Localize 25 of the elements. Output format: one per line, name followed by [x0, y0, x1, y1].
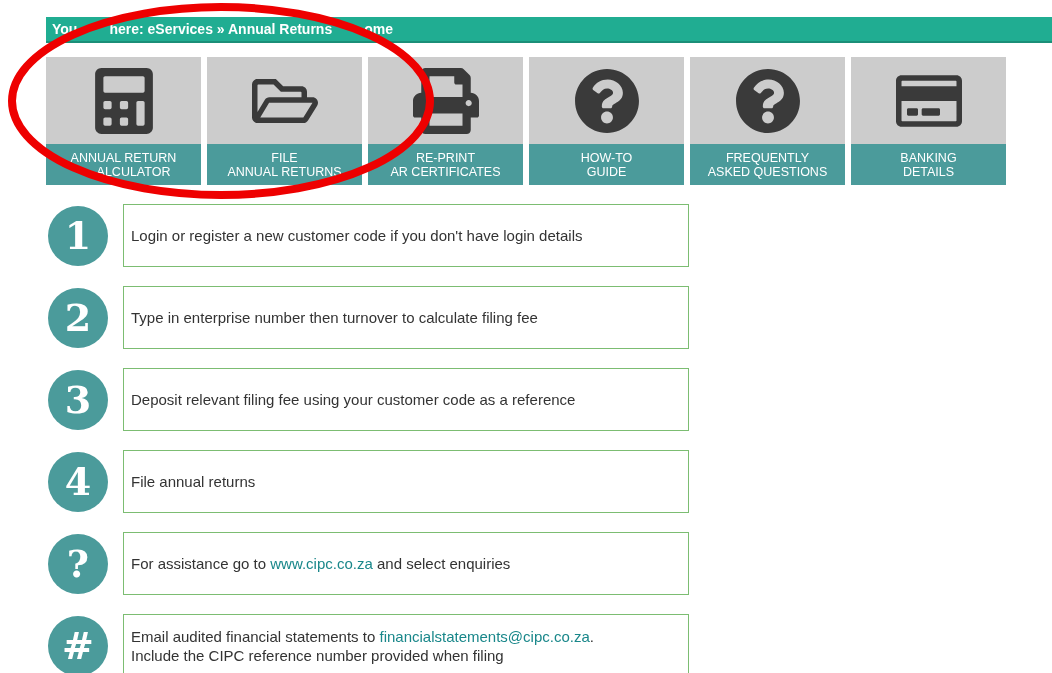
breadcrumb: here: eServices » Annual Returns	[109, 19, 333, 39]
step-text: File annual returns	[131, 472, 257, 491]
step-text: Deposit relevant filing fee using your customer code as a reference	[131, 390, 577, 409]
service-tile[interactable]: HOW-TO GUIDE	[529, 57, 684, 185]
printer-icon	[412, 67, 479, 134]
step-text: Login or register a new customer code if you don't have login details	[131, 226, 584, 245]
question-icon	[573, 67, 640, 134]
step-badge: 4	[48, 451, 108, 512]
step-text: Email audited financial statements to financialstatements@cipc.co.za.	[131, 626, 595, 646]
step-text: Include the CIPC reference number provided when filing	[131, 645, 505, 665]
step-badge: ?	[48, 533, 108, 594]
service-tile[interactable]: BANKING DETAILS	[851, 57, 1006, 185]
step-badge: #	[48, 615, 108, 673]
service-tile[interactable]: ANNUAL RETURN ALCULATOR	[46, 57, 201, 185]
service-tile[interactable]: RE-PRINT AR CERTIFICATES	[368, 57, 523, 185]
service-tile[interactable]: FILE ANNUAL RETURNS	[207, 57, 362, 185]
question-icon	[734, 67, 801, 134]
link[interactable]: financialstatements@cipc.co.za	[379, 627, 590, 645]
link[interactable]: www.cipc.co.za	[270, 555, 373, 572]
step-badge: 3	[48, 369, 108, 430]
service-tile[interactable]: FREQUENTLY ASKED QUESTIONS	[690, 57, 845, 185]
step-badge: 1	[48, 205, 108, 266]
step-badge: 2	[48, 287, 108, 348]
step-text: Type in enterprise number then turnover to calculate filing fee	[131, 308, 539, 327]
step-text: For assistance go to www.cipc.co.za and select enquiries	[131, 554, 512, 573]
